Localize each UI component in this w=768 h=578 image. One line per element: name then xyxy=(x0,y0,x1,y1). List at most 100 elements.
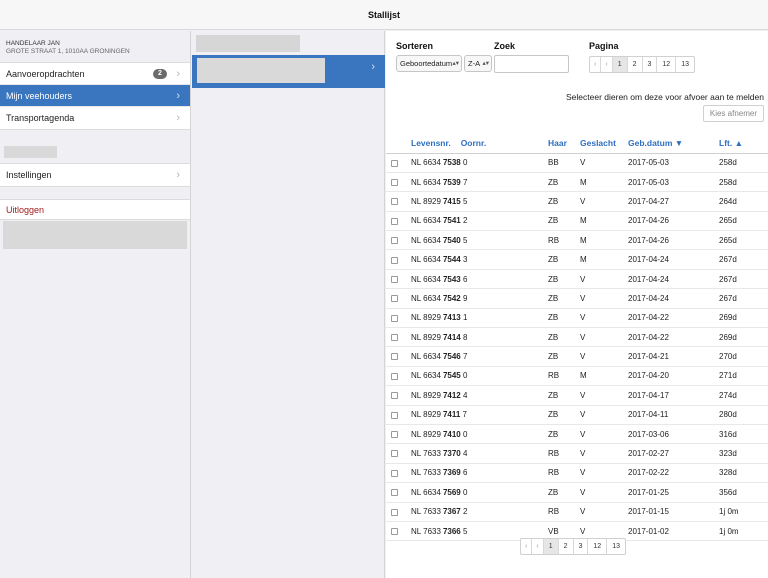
levensnr-check: 1 xyxy=(462,313,468,323)
table-row[interactable]: NL 8929 7411 7 ZB V 2017-04-11 280d xyxy=(386,405,768,425)
levensnr-number: 7544 xyxy=(442,255,461,265)
table-row[interactable]: NL 6634 7545 0 RB M 2017-04-20 271d xyxy=(386,366,768,387)
levensnr-cell: NL 6634 7544 3 xyxy=(411,249,548,270)
header-gebdatum[interactable]: Geb.datum ▼ xyxy=(628,134,719,154)
lft-cell: 1j 0m xyxy=(719,521,768,542)
page-button-13[interactable]: 13 xyxy=(676,57,694,72)
gebdatum-cell: 2017-04-17 xyxy=(628,385,719,406)
row-checkbox[interactable] xyxy=(391,489,398,497)
row-checkbox[interactable] xyxy=(391,198,398,206)
levensnr-cell: NL 8929 7410 0 xyxy=(411,424,548,445)
row-checkbox[interactable] xyxy=(391,159,398,167)
farmer-list-item-selected[interactable]: › xyxy=(192,55,385,88)
row-select-cell xyxy=(386,424,411,445)
table-row[interactable]: NL 6634 7542 9 ZB V 2017-04-24 267d xyxy=(386,288,768,309)
row-checkbox[interactable] xyxy=(391,256,398,264)
row-checkbox[interactable] xyxy=(391,431,398,439)
sort-field-select[interactable]: Geboortedatum ▴▾ xyxy=(396,55,462,72)
animal-table: Levensnr. Oornr. Haar Geslacht Geb.datum … xyxy=(386,134,768,542)
table-row[interactable]: NL 6634 7539 7 ZB M 2017-05-03 258d xyxy=(386,172,768,193)
table-row[interactable]: NL 8929 7415 5 ZB V 2017-04-27 264d xyxy=(386,191,768,212)
gebdatum-cell: 2017-02-22 xyxy=(628,463,719,484)
levensnr-prefix: NL 6634 xyxy=(411,274,441,284)
table-row[interactable]: NL 6634 7543 6 ZB V 2017-04-24 267d xyxy=(386,269,768,290)
table-row[interactable]: NL 8929 7410 0 ZB V 2017-03-06 316d xyxy=(386,424,768,445)
header-lft[interactable]: Lft. ▲ xyxy=(719,134,768,154)
levensnr-check: 0 xyxy=(462,429,468,439)
page-button-3[interactable]: 3 xyxy=(574,539,589,554)
header-levensnr[interactable]: Levensnr. Oornr. xyxy=(411,134,548,154)
row-checkbox[interactable] xyxy=(391,372,398,380)
levensnr-number: 7370 xyxy=(442,449,461,459)
levensnr-number: 7546 xyxy=(442,352,461,362)
haar-cell: RB xyxy=(548,463,580,484)
header-geslacht[interactable]: Geslacht xyxy=(580,134,628,154)
table-row[interactable]: NL 8929 7413 1 ZB V 2017-04-22 269d xyxy=(386,308,768,329)
row-checkbox[interactable] xyxy=(391,528,398,535)
header-select xyxy=(386,134,411,154)
chevron-right-icon: › xyxy=(371,61,375,73)
search-input[interactable] xyxy=(494,55,569,73)
levensnr-prefix: NL 8929 xyxy=(411,390,441,400)
sidebar-item-aanvoeropdrachten[interactable]: Aanvoeropdrachten 2 › xyxy=(0,63,190,85)
page-button-13[interactable]: 13 xyxy=(607,539,625,554)
table-row[interactable]: NL 7633 7367 2 RB V 2017-01-15 1j 0m xyxy=(386,502,768,522)
levensnr-check: 7 xyxy=(462,352,468,362)
table-row[interactable]: NL 6634 7546 7 ZB V 2017-04-21 270d xyxy=(386,346,768,367)
lft-cell: 270d xyxy=(719,346,768,367)
logout-link[interactable]: Uitloggen xyxy=(0,199,190,220)
row-checkbox[interactable] xyxy=(391,508,398,516)
page-button-12[interactable]: 12 xyxy=(657,57,677,72)
row-checkbox[interactable] xyxy=(391,411,398,419)
row-checkbox[interactable] xyxy=(391,353,398,361)
first-page-button[interactable]: ‹ xyxy=(590,57,602,72)
row-checkbox[interactable] xyxy=(391,334,398,342)
levensnr-cell: NL 6634 7540 5 xyxy=(411,230,548,251)
header-haar[interactable]: Haar xyxy=(548,134,580,154)
prev-page-button[interactable]: ‹ xyxy=(601,57,613,72)
row-checkbox[interactable] xyxy=(391,392,398,400)
levensnr-number: 7367 xyxy=(442,507,461,517)
sidebar-item-transportagenda[interactable]: Transportagenda › xyxy=(0,107,190,129)
choose-buyer-button[interactable]: Kies afnemer xyxy=(702,105,764,122)
row-select-cell xyxy=(386,288,411,309)
table-row[interactable]: NL 6634 7544 3 ZB M 2017-04-24 267d xyxy=(386,249,768,270)
page-button-1[interactable]: 1 xyxy=(612,57,628,72)
row-checkbox[interactable] xyxy=(391,450,398,458)
row-checkbox[interactable] xyxy=(391,469,398,477)
table-row[interactable]: NL 8929 7412 4 ZB V 2017-04-17 274d xyxy=(386,385,768,406)
levensnr-check: 0 xyxy=(462,371,468,381)
sidebar-item-mijn-veehouders[interactable]: Mijn veehouders › xyxy=(0,85,190,107)
gebdatum-cell: 2017-04-22 xyxy=(628,308,719,329)
page-button-1[interactable]: 1 xyxy=(543,539,559,554)
table-row[interactable]: NL 7633 7369 6 RB V 2017-02-22 328d xyxy=(386,463,768,484)
gebdatum-cell: 2017-05-03 xyxy=(628,172,719,193)
page-button-2[interactable]: 2 xyxy=(628,57,643,72)
lft-cell: 264d xyxy=(719,191,768,212)
table-row[interactable]: NL 8929 7414 8 ZB V 2017-04-22 269d xyxy=(386,327,768,348)
row-checkbox[interactable] xyxy=(391,275,398,283)
row-checkbox[interactable] xyxy=(391,237,398,245)
prev-page-button[interactable]: ‹ xyxy=(532,539,544,554)
row-checkbox[interactable] xyxy=(391,314,398,322)
sort-order-select[interactable]: Z-A ▴▾ xyxy=(464,55,492,72)
row-checkbox[interactable] xyxy=(391,217,398,225)
lft-cell: 267d xyxy=(719,249,768,270)
table-row[interactable]: NL 6634 7569 0 ZB V 2017-01-25 356d xyxy=(386,482,768,503)
table-row[interactable]: NL 6634 7540 5 RB M 2017-04-26 265d xyxy=(386,230,768,251)
row-checkbox[interactable] xyxy=(391,295,398,303)
page-button-3[interactable]: 3 xyxy=(643,57,658,72)
table-row[interactable]: NL 6634 7538 0 BB V 2017-05-03 258d xyxy=(386,153,768,173)
row-select-cell xyxy=(386,482,411,503)
page-button-2[interactable]: 2 xyxy=(559,539,574,554)
levensnr-cell: NL 7633 7367 2 xyxy=(411,502,548,522)
table-row[interactable]: NL 6634 7541 2 ZB M 2017-04-26 265d xyxy=(386,211,768,232)
table-row[interactable]: NL 7633 7370 4 RB V 2017-02-27 323d xyxy=(386,443,768,464)
haar-cell: ZB xyxy=(548,327,580,348)
row-checkbox[interactable] xyxy=(391,178,398,186)
first-page-button[interactable]: ‹ xyxy=(521,539,533,554)
levensnr-prefix: NL 6634 xyxy=(411,371,441,381)
levensnr-check: 5 xyxy=(462,196,468,206)
sidebar-item-instellingen[interactable]: Instellingen › xyxy=(0,164,190,186)
page-button-12[interactable]: 12 xyxy=(588,539,608,554)
